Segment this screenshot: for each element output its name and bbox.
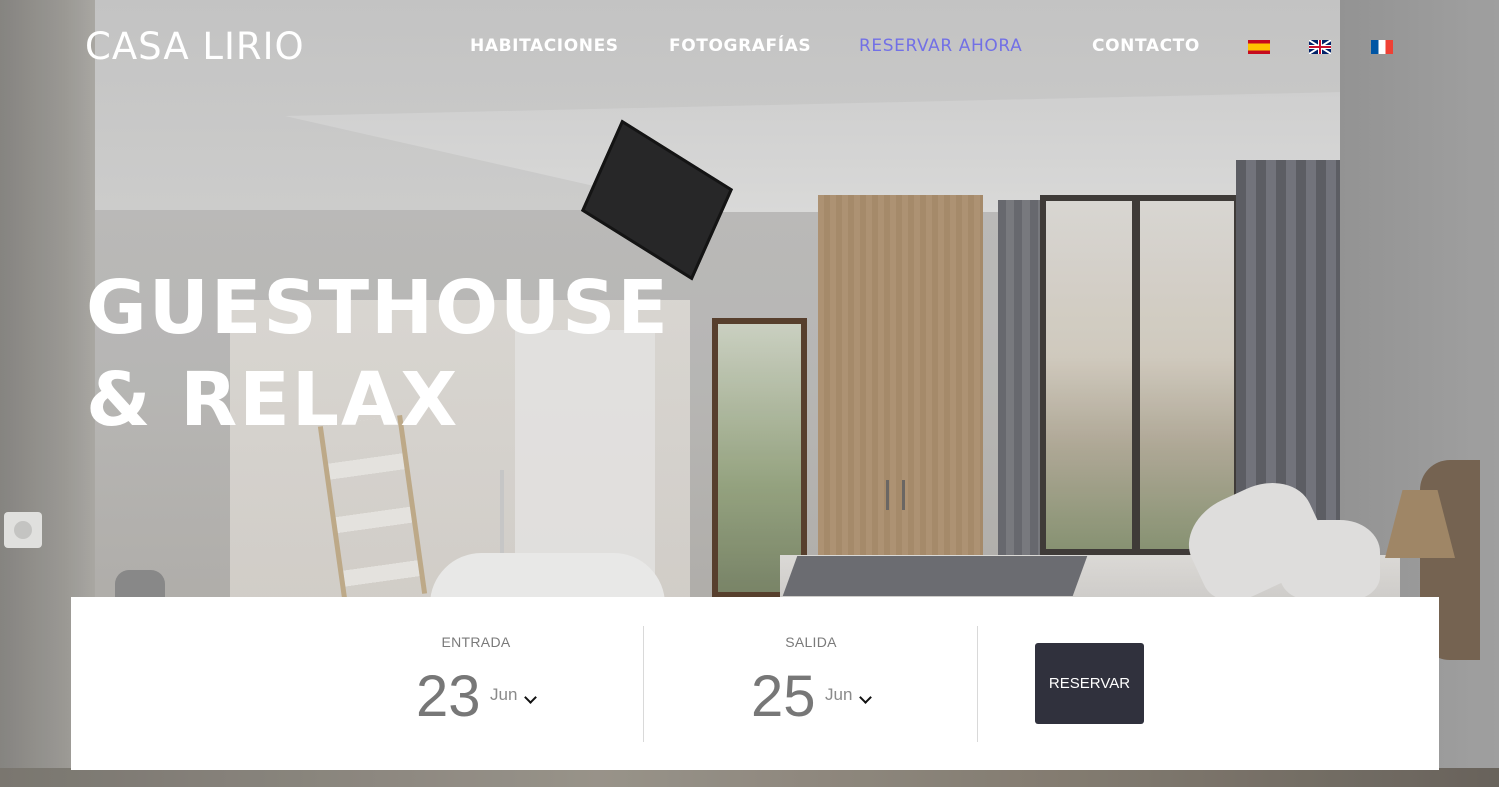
checkout-date-picker[interactable]: SALIDA 25 Jun bbox=[706, 597, 916, 770]
hero-headline-line2: & RELAX bbox=[86, 357, 460, 443]
site-logo[interactable]: CASA LIRIO bbox=[85, 27, 305, 67]
divider bbox=[643, 626, 644, 742]
checkout-chevron-down-icon[interactable] bbox=[859, 691, 872, 704]
nav-habitaciones[interactable]: HABITACIONES bbox=[470, 35, 619, 57]
divider bbox=[977, 626, 978, 742]
nav-reservar-ahora[interactable]: RESERVAR AHORA bbox=[859, 35, 1022, 57]
checkin-month[interactable]: Jun bbox=[490, 685, 517, 705]
hero-headline: GUESTHOUSE & RELAX bbox=[86, 262, 670, 446]
spain-flag-icon[interactable] bbox=[1248, 40, 1270, 54]
hero-headline-line1: GUESTHOUSE bbox=[86, 265, 670, 351]
checkin-day[interactable]: 23 bbox=[416, 665, 481, 729]
booking-widget: ENTRADA 23 Jun SALIDA 25 Jun RESERVAR bbox=[71, 597, 1439, 770]
reservar-button[interactable]: RESERVAR bbox=[1035, 643, 1144, 724]
france-flag-icon[interactable] bbox=[1371, 40, 1393, 54]
checkin-label: ENTRADA bbox=[441, 634, 511, 650]
checkin-date-picker[interactable]: ENTRADA 23 Jun bbox=[371, 597, 581, 770]
nav-fotografias[interactable]: FOTOGRAFÍAS bbox=[669, 35, 811, 57]
checkout-day[interactable]: 25 bbox=[751, 665, 816, 729]
checkout-month[interactable]: Jun bbox=[825, 685, 852, 705]
checkout-label: SALIDA bbox=[785, 634, 837, 650]
checkin-chevron-down-icon[interactable] bbox=[524, 691, 537, 704]
nav-contacto[interactable]: CONTACTO bbox=[1092, 35, 1200, 57]
uk-flag-icon[interactable] bbox=[1309, 40, 1331, 54]
